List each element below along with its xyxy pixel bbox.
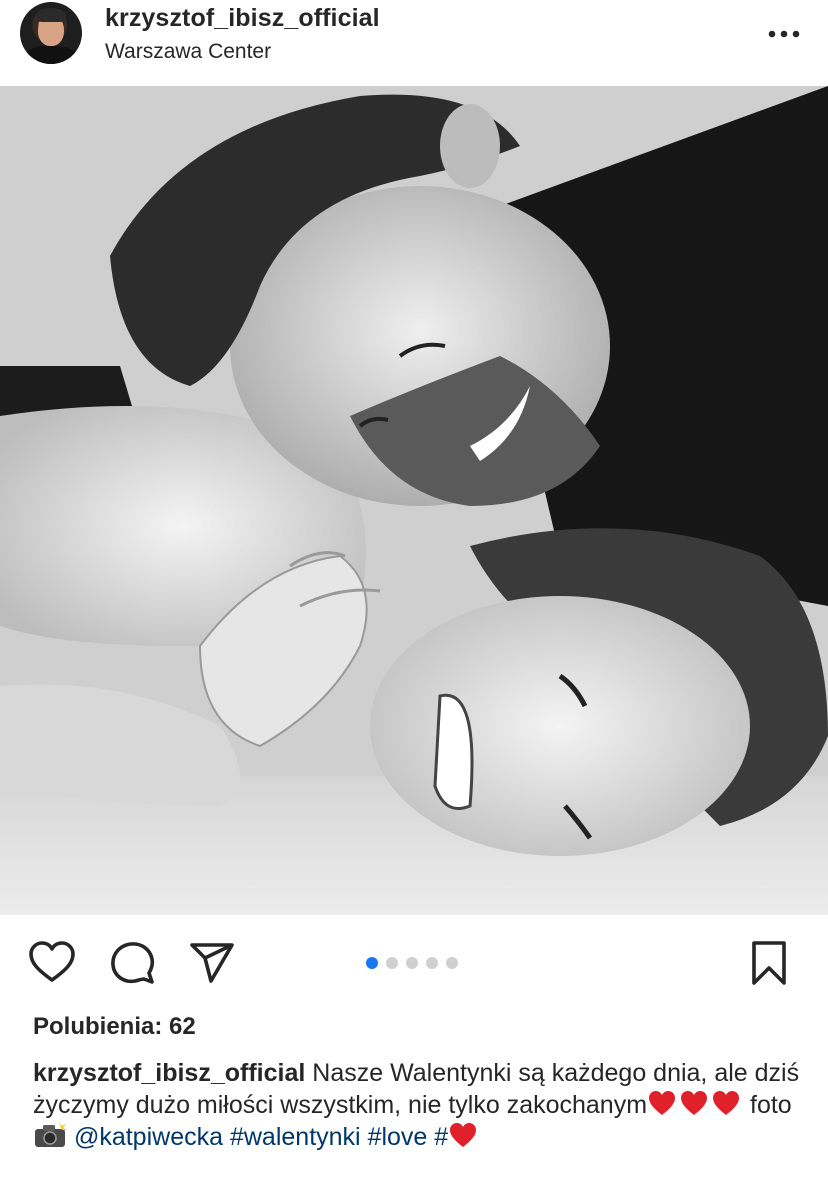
- post-caption: krzysztof_ibisz_official Nasze Walentynk…: [33, 1057, 803, 1153]
- avatar[interactable]: [20, 2, 82, 64]
- carousel-indicator: [366, 957, 458, 969]
- camera-flash-emoji-icon: [35, 1122, 67, 1147]
- more-horizontal-icon[interactable]: [764, 26, 804, 42]
- red-heart-emoji-icon: [649, 1091, 676, 1115]
- carousel-dot: [426, 957, 438, 969]
- couple-photo-illustration: [0, 86, 828, 915]
- heart-outline-icon[interactable]: [28, 939, 76, 987]
- post-username[interactable]: krzysztof_ibisz_official: [105, 4, 380, 33]
- avatar-shirt: [24, 46, 78, 64]
- carousel-dot: [446, 957, 458, 969]
- caption-username[interactable]: krzysztof_ibisz_official: [33, 1059, 305, 1087]
- carousel-dot: [386, 957, 398, 969]
- hashtag-love[interactable]: #love: [368, 1123, 428, 1151]
- bookmark-icon[interactable]: [745, 939, 793, 987]
- red-heart-emoji-icon: [681, 1091, 708, 1115]
- hashtag-heart[interactable]: #: [434, 1123, 448, 1151]
- carousel-dot: [406, 957, 418, 969]
- avatar-hair: [36, 8, 66, 22]
- mention-link[interactable]: @katpiwecka: [74, 1123, 223, 1151]
- post-photo[interactable]: [0, 86, 828, 915]
- red-heart-emoji-icon: [713, 1091, 740, 1115]
- hashtag-walentynki[interactable]: #walentynki: [230, 1123, 361, 1151]
- caption-foto-text: foto: [743, 1091, 792, 1119]
- red-heart-emoji-icon: [450, 1123, 477, 1147]
- send-icon[interactable]: [188, 939, 236, 987]
- action-bar: [0, 915, 828, 1010]
- likes-count[interactable]: Polubienia: 62: [33, 1013, 196, 1041]
- carousel-dot-active: [366, 957, 378, 969]
- post-location[interactable]: Warszawa Center: [105, 40, 271, 64]
- comment-icon[interactable]: [108, 939, 156, 987]
- post-header: krzysztof_ibisz_official Warszawa Center: [0, 0, 828, 86]
